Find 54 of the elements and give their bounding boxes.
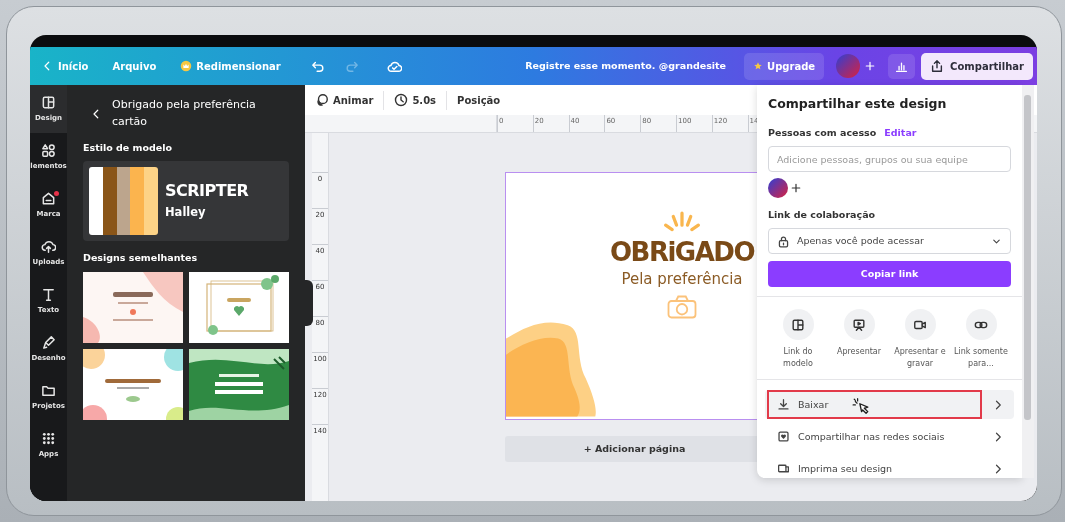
share-action[interactable]: Apresentar e gravar <box>890 309 950 371</box>
text-icon <box>41 286 56 302</box>
redo-icon <box>344 59 359 73</box>
avatar <box>768 178 788 198</box>
download-icon <box>777 398 790 412</box>
people-input-field[interactable]: Adicione pessoas, grupos ou sua equipe <box>768 146 1011 172</box>
share-action[interactable]: Apresentar <box>829 309 889 371</box>
pen-icon <box>41 334 56 350</box>
collapse-handle[interactable] <box>305 280 313 326</box>
avatar <box>836 54 861 78</box>
section-label: Link de colaboração <box>768 208 877 222</box>
share-option[interactable]: Compartilhar nas redes sociais <box>767 422 982 452</box>
undo-icon <box>310 59 325 73</box>
cloud-upload-icon <box>41 238 56 254</box>
house-icon <box>41 190 56 206</box>
font-name: Halley <box>165 204 207 222</box>
toolbar-button[interactable]: Posição <box>446 90 511 110</box>
scrollbar-thumb[interactable] <box>1024 95 1031 420</box>
share-button[interactable]: Compartilhar <box>921 52 1033 80</box>
share-option[interactable]: Baixar <box>767 390 982 420</box>
shapes-icon <box>41 142 56 158</box>
share-action[interactable]: Link do modelo <box>768 309 828 371</box>
add-person-button[interactable] <box>790 182 802 194</box>
section-heading: Estilo de modelo <box>83 141 174 155</box>
scrollbar[interactable] <box>1022 85 1034 478</box>
edit-link[interactable]: Editar <box>884 125 917 140</box>
upgrade-button[interactable]: Upgrade <box>744 52 825 80</box>
design-title: OBRiGADO <box>610 239 754 265</box>
plus-icon <box>790 182 802 194</box>
toolbar-button[interactable]: 5.0s <box>383 90 447 110</box>
share-option[interactable]: Imprima seu design <box>767 454 982 478</box>
cursor-icon <box>852 397 870 415</box>
access-dropdown[interactable]: Apenas você pode acessar <box>768 228 1011 255</box>
insights-button[interactable] <box>888 53 916 79</box>
plus-icon <box>864 60 877 72</box>
style-card[interactable]: SCRIPTER Halley <box>83 161 289 242</box>
section-heading: Designs semelhantes <box>83 251 199 266</box>
share-action[interactable]: Link somente para... <box>951 309 1011 371</box>
toolbar-button[interactable]: Animar <box>315 90 384 110</box>
message-text: Registre esse momento. @grandesite <box>525 58 727 73</box>
grid-icon <box>41 430 56 446</box>
animation-icon <box>315 93 329 107</box>
style-name: SCRIPTER <box>165 181 249 201</box>
camera-icon <box>667 294 697 319</box>
share-icon <box>930 59 945 73</box>
panel-title: Compartilhar este design <box>768 95 948 113</box>
copy-link-button[interactable]: Copiar link <box>768 261 1011 288</box>
layout-icon <box>41 94 56 110</box>
layout-icon <box>791 317 805 332</box>
design-subtitle: Pela preferência <box>621 269 743 290</box>
lock-icon <box>777 234 790 248</box>
panel-title: Obrigado pela preferência cartão <box>112 97 257 130</box>
clock-icon <box>394 93 409 107</box>
presentation-icon <box>852 317 866 332</box>
